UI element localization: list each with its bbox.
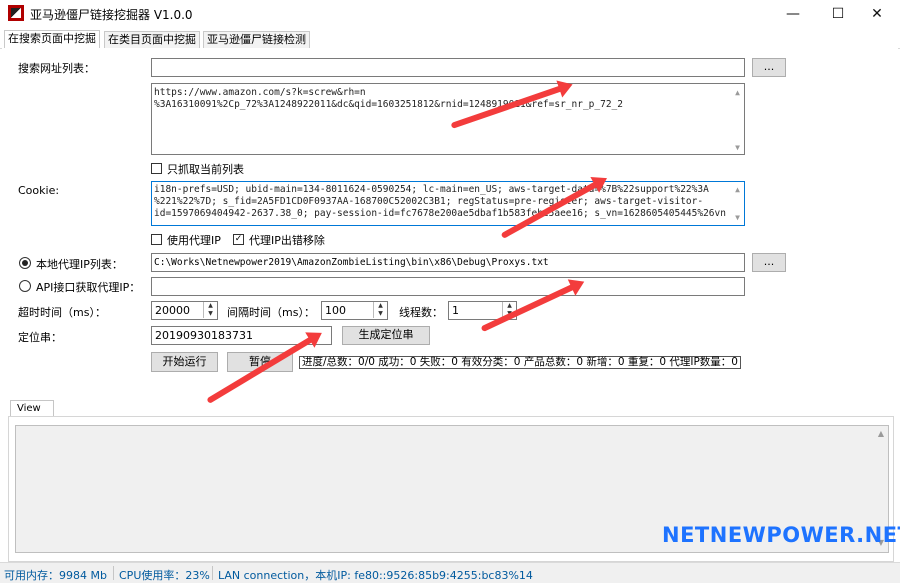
cookie-textarea[interactable]: i18n-prefs=USD; ubid-main=134-8011624-05… (151, 181, 745, 226)
title-bar: 亚马逊僵尸链接挖掘器 V1.0.0 — ☐ ✕ (0, 0, 900, 28)
use-proxy-checkbox[interactable] (151, 234, 162, 245)
scroll-up-icon[interactable]: ▲ (735, 184, 740, 196)
close-button[interactable]: ✕ (854, 0, 900, 28)
spin-down-icon[interactable]: ▼ (203, 310, 217, 318)
remove-bad-proxy-checkbox[interactable]: ✓ (233, 234, 244, 245)
spin-up-icon[interactable]: ▲ (373, 302, 387, 310)
api-proxy-input[interactable] (151, 277, 745, 296)
only-current-checkbox[interactable] (151, 163, 162, 174)
api-proxy-radio[interactable] (19, 280, 31, 292)
timeout-stepper[interactable]: 20000 ▲ ▼ (151, 301, 218, 320)
remove-bad-proxy-label: 代理IP出错移除 (249, 234, 325, 247)
tab-view[interactable]: View (10, 400, 54, 416)
local-proxy-radio[interactable] (19, 257, 31, 269)
local-proxy-browse-button[interactable]: ... (752, 253, 786, 272)
local-proxy-path-input[interactable]: C:\Works\Netnewpower2019\AmazonZombieLis… (151, 253, 745, 272)
local-proxy-label: 本地代理IP列表： (36, 258, 123, 271)
status-bar: 可用内存：9984 Mb CPU使用率：23% LAN connection，本… (0, 562, 900, 583)
search-url-textarea[interactable]: https://www.amazon.com/s?k=screw&rh=n %3… (151, 83, 745, 155)
threads-value: 1 (452, 304, 459, 317)
watermark-logo: NETNEWPOWER.NET (662, 523, 900, 547)
search-tab-panel: 搜索网址列表： ... https://www.amazon.com/s?k=s… (2, 48, 898, 562)
search-url-line: %3A16310091%2Cp_72%3A1248922011&dc&qid=1… (154, 99, 623, 110)
memory-status: 可用内存：9984 Mb (4, 569, 107, 582)
search-url-path-input[interactable] (151, 58, 745, 77)
generate-locator-button[interactable]: 生成定位串 (342, 326, 430, 345)
interval-stepper[interactable]: 100 ▲ ▼ (321, 301, 388, 320)
tab-zombie-check[interactable]: 亚马逊僵尸链接检测 (203, 31, 310, 48)
status-divider (113, 566, 114, 580)
interval-value: 100 (325, 304, 346, 317)
search-url-label: 搜索网址列表： (18, 62, 95, 75)
scroll-up-icon[interactable]: ▲ (735, 87, 740, 99)
cookie-line: i18n-prefs=USD; ubid-main=134-8011624-05… (154, 184, 709, 195)
progress-status: 进度/总数：0/0 成功：0 失败：0 有效分类：0 产品总数：0 新增：0 重… (299, 356, 741, 369)
api-proxy-label: API接口获取代理IP： (36, 281, 141, 294)
timeout-label: 超时时间（ms）： (18, 306, 106, 319)
tab-strip: 在搜索页面中挖掘 在类目页面中挖掘 亚马逊僵尸链接检测 (0, 30, 900, 49)
locator-label: 定位串： (18, 331, 62, 344)
tab-category-pages[interactable]: 在类目页面中挖掘 (104, 31, 200, 48)
cpu-status: CPU使用率：23% (119, 569, 210, 582)
spin-up-icon[interactable]: ▲ (203, 302, 217, 310)
spin-up-icon[interactable]: ▲ (502, 302, 516, 310)
interval-label: 间隔时间（ms）： (227, 306, 315, 319)
search-url-browse-button[interactable]: ... (752, 58, 786, 77)
timeout-value: 20000 (155, 304, 190, 317)
search-url-line: https://www.amazon.com/s?k=screw&rh=n (154, 87, 366, 98)
scroll-down-icon[interactable]: ▼ (735, 212, 740, 224)
network-status: LAN connection，本机IP: fe80::9526:85b9:425… (218, 569, 533, 582)
scroll-down-icon[interactable]: ▼ (735, 142, 740, 154)
start-button[interactable]: 开始运行 (151, 352, 218, 372)
tab-search-pages[interactable]: 在搜索页面中挖掘 (4, 30, 100, 49)
cookie-line: id=1597069404942-2637.38_0; pay-session-… (154, 208, 726, 219)
spin-down-icon[interactable]: ▼ (373, 310, 387, 318)
threads-label: 线程数： (399, 306, 443, 319)
use-proxy-label: 使用代理IP (167, 234, 221, 247)
app-icon (8, 5, 24, 21)
only-current-label: 只抓取当前列表 (167, 163, 244, 176)
window-title: 亚马逊僵尸链接挖掘器 V1.0.0 (30, 8, 193, 22)
cookie-line: %221%22%7D; s_fid=2A5FD1CD0F0937AA-16870… (154, 196, 704, 207)
status-divider (212, 566, 213, 580)
cookie-label: Cookie: (18, 184, 60, 197)
scroll-up-icon[interactable]: ▲ (878, 429, 884, 438)
minimize-button[interactable]: — (770, 0, 816, 28)
